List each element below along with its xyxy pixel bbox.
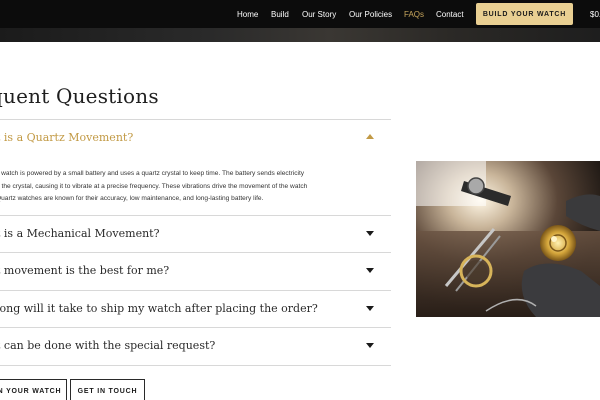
hero-image-strip (0, 28, 600, 42)
faq-answer-line: h the crystal, causing it to vibrate at … (0, 182, 308, 190)
chevron-up-icon[interactable] (366, 134, 374, 139)
chevron-down-icon[interactable] (366, 343, 374, 348)
faq-question[interactable]: t can be done with the special request? (0, 339, 215, 352)
faq-answer: z watch is powered by a small battery an… (0, 168, 376, 206)
nav-item-our-policies[interactable]: Our Policies (349, 10, 392, 19)
nav-item-contact[interactable]: Contact (436, 10, 464, 19)
nav-item-home[interactable]: Home (237, 10, 258, 19)
faq-question[interactable]: t movement is the best for me? (0, 264, 169, 277)
faq-divider (0, 215, 391, 216)
build-your-watch-button[interactable]: BUILD YOUR WATCH (476, 3, 573, 25)
watchmaker-photo-icon (416, 161, 600, 317)
top-navigation-bar: Home Build Our Story Our Policies FAQs C… (0, 0, 600, 28)
get-in-touch-button[interactable]: GET IN TOUCH (70, 379, 145, 400)
watchmaker-photo (416, 161, 600, 317)
nav-item-build[interactable]: Build (271, 10, 289, 19)
cart-total[interactable]: $0. (590, 10, 600, 19)
chevron-down-icon[interactable] (366, 231, 374, 236)
faq-divider (0, 327, 391, 328)
build-watch-outline-button[interactable]: N YOUR WATCH (0, 379, 67, 400)
chevron-down-icon[interactable] (366, 306, 374, 311)
chevron-down-icon[interactable] (366, 268, 374, 273)
faq-divider (0, 290, 391, 291)
faq-answer-line: Quartz watches are known for their accur… (0, 195, 264, 202)
faq-question[interactable]: long will it take to ship my watch after… (0, 302, 318, 315)
faq-divider (0, 252, 391, 253)
nav-item-our-story[interactable]: Our Story (302, 10, 336, 19)
faq-divider (0, 119, 391, 120)
faq-question[interactable]: t is a Mechanical Movement? (0, 227, 160, 240)
faq-question[interactable]: t is a Quartz Movement? (0, 131, 133, 144)
faq-answer-line: z watch is powered by a small battery an… (0, 170, 305, 177)
nav-item-faqs[interactable]: FAQs (404, 10, 424, 19)
page-title: quent Questions (0, 84, 159, 108)
faq-divider (0, 365, 391, 366)
